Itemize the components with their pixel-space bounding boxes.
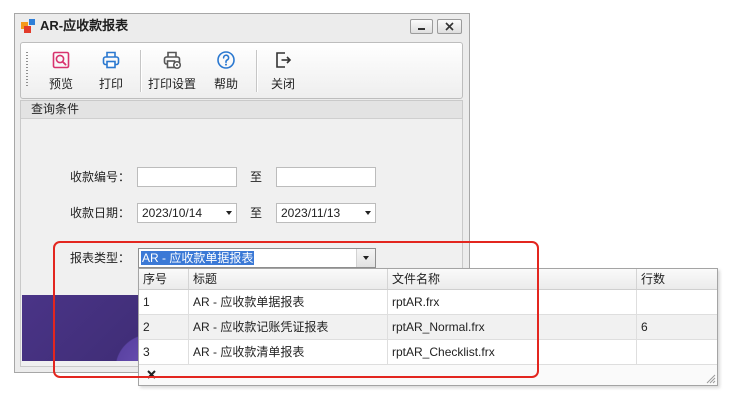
toolbar-separator [256, 50, 257, 92]
table-row[interactable]: 2 AR - 应收款记账凭证报表 rptAR_Normal.frx 6 [139, 315, 717, 340]
column-header-file[interactable]: 文件名称 [388, 269, 637, 289]
print-label: 打印 [98, 77, 123, 91]
cell-no: 3 [139, 340, 189, 364]
date-value: 2023/10/14 [142, 206, 203, 220]
minimize-button[interactable] [410, 19, 433, 34]
cell-lines [637, 340, 717, 364]
close-icon [445, 22, 454, 31]
preview-button[interactable]: 预览 [44, 46, 78, 94]
close-label: 关闭 [270, 77, 295, 91]
window-title: AR-应收款报表 [40, 18, 129, 33]
table-row[interactable]: 3 AR - 应收款清单报表 rptAR_Checklist.frx [139, 340, 717, 365]
cell-file: rptAR.frx [388, 290, 637, 314]
receipt-date-to-picker[interactable]: 2023/11/13 [276, 203, 376, 223]
close-icon[interactable] [147, 370, 156, 379]
print-settings-label: 打印设置 [147, 77, 196, 91]
preview-icon [52, 51, 70, 69]
cell-lines: 6 [641, 320, 648, 334]
receipt-date-label: 收款日期： [69, 206, 130, 220]
chevron-down-icon[interactable] [226, 211, 232, 215]
close-button[interactable] [437, 19, 462, 34]
column-header-title[interactable]: 标题 [189, 269, 388, 289]
help-icon [217, 51, 235, 69]
print-settings-icon [163, 51, 182, 70]
cell-no: 1 [139, 290, 189, 314]
receipt-no-label: 收款编号： [69, 170, 130, 184]
report-type-selected-text: AR - 应收款单据报表 [141, 251, 255, 265]
help-button[interactable]: 帮助 [209, 46, 243, 94]
cell-file: rptAR_Normal.frx [388, 315, 637, 339]
receipt-date-from-picker[interactable]: 2023/10/14 [137, 203, 237, 223]
cell-lines [637, 290, 717, 314]
cell-title: AR - 应收款记账凭证报表 [189, 315, 388, 339]
popup-footer [139, 365, 717, 385]
column-header-lines[interactable]: 行数 [637, 269, 717, 289]
close-window-button[interactable]: 关闭 [266, 46, 300, 94]
cell-file: rptAR_Checklist.frx [388, 340, 637, 364]
help-label: 帮助 [213, 77, 238, 91]
minimize-icon [418, 28, 425, 30]
exit-icon [276, 52, 292, 68]
print-settings-button[interactable]: 打印设置 [144, 46, 200, 94]
preview-label: 预览 [48, 77, 73, 91]
report-type-label: 报表类型： [69, 251, 130, 265]
chevron-down-icon [363, 256, 369, 260]
app-logo-icon [21, 19, 35, 33]
date-value: 2023/11/13 [281, 206, 341, 220]
toolbar-gripper[interactable] [26, 52, 28, 88]
report-type-popup: 序号 标题 文件名称 行数 1 AR - 应收款单据报表 rptAR.frx 2… [138, 268, 718, 386]
cell-no: 2 [139, 315, 189, 339]
report-type-dropdown-button[interactable] [356, 249, 375, 267]
receipt-no-from-input[interactable] [137, 167, 237, 187]
chevron-down-icon[interactable] [365, 211, 371, 215]
table-row[interactable]: 1 AR - 应收款单据报表 rptAR.frx [139, 290, 717, 315]
toolbar-separator [140, 50, 141, 92]
range-separator: 至 [249, 170, 262, 184]
cell-title: AR - 应收款单据报表 [189, 290, 388, 314]
column-header-no[interactable]: 序号 [139, 269, 189, 289]
range-separator: 至 [249, 206, 262, 220]
receipt-no-to-input[interactable] [276, 167, 376, 187]
section-header-query: 查询条件 [21, 101, 462, 119]
printer-icon [102, 51, 120, 69]
cell-title: AR - 应收款清单报表 [189, 340, 388, 364]
popup-header-row: 序号 标题 文件名称 行数 [139, 269, 717, 290]
resize-grip-icon[interactable] [705, 373, 716, 384]
report-type-combo[interactable]: AR - 应收款单据报表 [138, 248, 376, 268]
print-button[interactable]: 打印 [94, 46, 128, 94]
